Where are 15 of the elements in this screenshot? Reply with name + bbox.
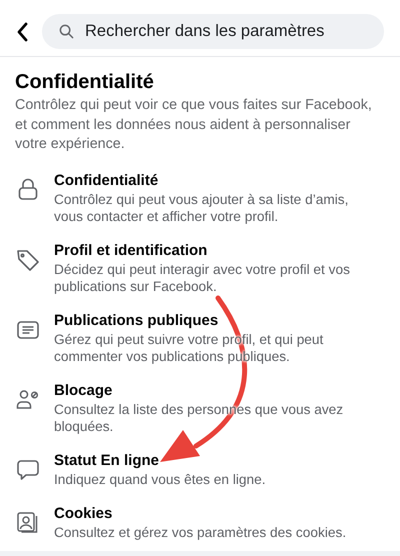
search-icon — [59, 24, 74, 39]
setting-title[interactable]: Confidentialité — [54, 172, 370, 190]
setting-description: Indiquez quand vous êtes en ligne. — [54, 470, 267, 488]
setting-description: Contrôlez qui peut vous ajouter à sa liste d’amis, vous contacter et afficher votre profil. — [54, 190, 350, 224]
setting-title[interactable]: Statut En ligne — [54, 452, 370, 470]
section-description: Contrôlez qui peut voir ce que vous faites sur Facebook, et comment les données nous aident à personnaliser votre expérience. — [15, 96, 373, 154]
back-icon[interactable] — [16, 22, 28, 42]
setting-description: Décidez qui peut interagir avec votre profil et vos publications sur Facebook. — [54, 260, 351, 294]
setting-title[interactable]: Cookies — [54, 504, 370, 522]
setting-title[interactable]: Blocage — [54, 382, 370, 400]
section-title: Confidentialité — [15, 70, 155, 95]
setting-title[interactable]: Publications publiques — [54, 312, 370, 330]
search-field[interactable]: Rechercher dans les paramètres — [42, 14, 384, 49]
setting-title[interactable]: Profil et identification — [54, 242, 370, 260]
setting-description: Consultez et gérez vos paramètres des cookies. — [54, 524, 348, 540]
